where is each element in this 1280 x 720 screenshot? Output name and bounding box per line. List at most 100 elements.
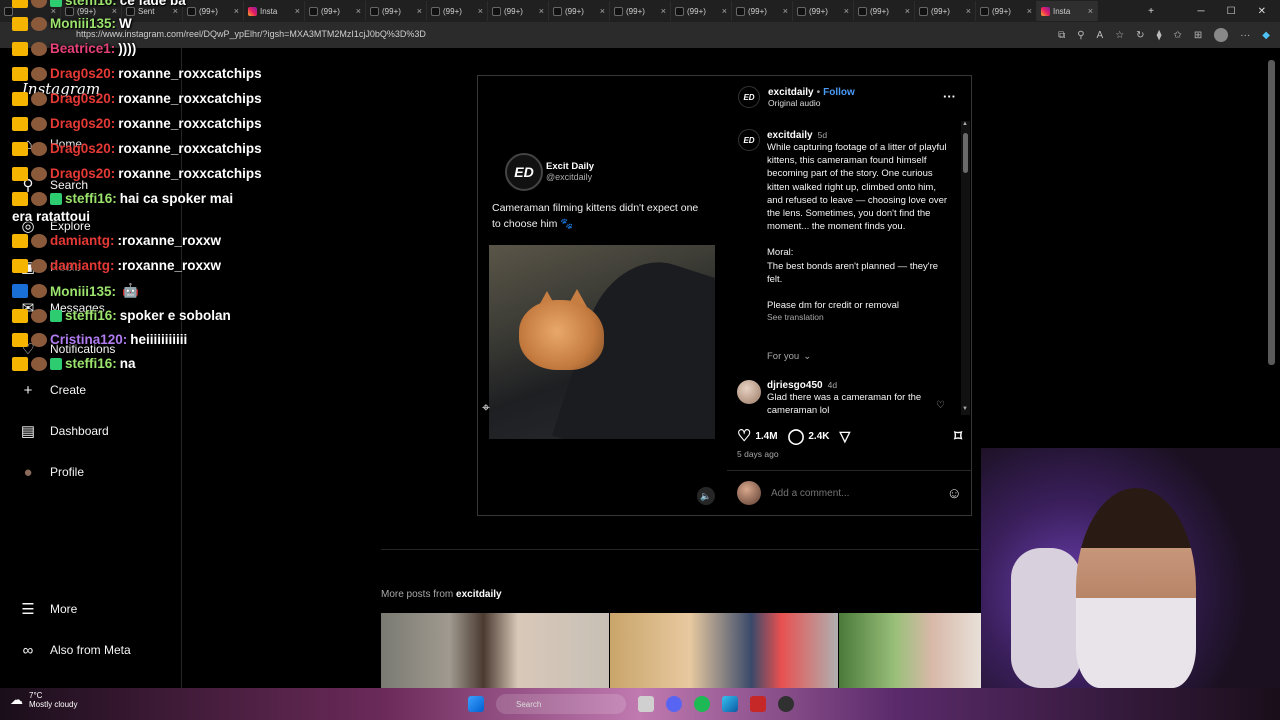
tab-close-icon[interactable]: × [600, 6, 605, 16]
copilot-icon[interactable]: ◆ [1262, 30, 1270, 41]
tab-close-icon[interactable]: × [234, 6, 239, 16]
browser-tab[interactable]: Insta × [244, 1, 305, 21]
chat-text: roxanne_roxxcatchips [118, 66, 262, 81]
app-available-icon[interactable]: ⧉ [1058, 30, 1065, 41]
mute-toggle-button[interactable]: 🔈 [697, 487, 715, 505]
comment-like-heart-icon[interactable]: ♡ [936, 400, 945, 411]
more-post-thumbnail-1[interactable] [381, 613, 609, 688]
read-aloud-icon[interactable]: A [1097, 30, 1104, 41]
tab-close-icon[interactable]: × [417, 6, 422, 16]
obs-icon[interactable] [778, 696, 794, 712]
like-heart-icon[interactable]: ♡ [737, 426, 751, 446]
more-post-thumbnail-3[interactable] [839, 613, 981, 688]
sidebar-item-profile[interactable]: ● Profile [20, 464, 85, 481]
tab-close-icon[interactable]: × [356, 6, 361, 16]
scroll-up-arrow-icon[interactable]: ▲ [962, 121, 968, 127]
commenter-avatar[interactable] [737, 380, 761, 404]
maximize-button[interactable]: ☐ [1227, 6, 1236, 17]
add-comment-input[interactable] [771, 487, 937, 499]
tiktok-icon [492, 6, 501, 16]
chat-username: damiantg: [50, 233, 115, 248]
tab-close-icon[interactable]: × [783, 6, 788, 16]
weather-widget[interactable]: ☁ 7°C Mostly cloudy [10, 691, 77, 709]
browser-tab[interactable]: (99+) × [671, 1, 732, 21]
browser-tab[interactable]: (99+) × [183, 1, 244, 21]
browser-tab[interactable]: (99+) × [305, 1, 366, 21]
pet-badge-icon [31, 332, 47, 347]
spotify-icon[interactable] [694, 696, 710, 712]
emoji-picker-icon[interactable]: ☺ [947, 485, 962, 502]
tab-close-icon[interactable]: × [295, 6, 300, 16]
browser-tab[interactable]: (99+) × [793, 1, 854, 21]
tab-close-icon[interactable]: × [478, 6, 483, 16]
original-audio-link[interactable]: Original audio [768, 98, 855, 108]
collections-icon[interactable]: ⊞ [1194, 30, 1202, 41]
follow-button[interactable]: Follow [823, 87, 855, 98]
browser-tab[interactable]: (99+) × [976, 1, 1037, 21]
more-options-icon[interactable]: ··· [943, 89, 956, 104]
settings-more-icon[interactable]: ··· [1240, 30, 1250, 41]
comment-username[interactable]: djriesgo450 [767, 380, 823, 391]
tab-close-icon[interactable]: × [722, 6, 727, 16]
caption-author-avatar[interactable]: ED [738, 129, 760, 151]
tiktok-icon [858, 6, 867, 16]
scroll-down-arrow-icon[interactable]: ▼ [962, 406, 968, 412]
discord-icon[interactable] [666, 696, 682, 712]
new-tab-plus-icon[interactable]: + [1148, 6, 1154, 17]
chat-username: steffi16: [65, 191, 117, 206]
kitten-video-frame[interactable] [489, 245, 715, 439]
sidebar-item-dashboard[interactable]: ▤ Dashboard [20, 423, 109, 440]
edge-icon[interactable] [722, 696, 738, 712]
post-author-username[interactable]: excitdaily [768, 87, 814, 98]
browser-tab[interactable]: (99+) × [549, 1, 610, 21]
browser-tab[interactable]: (99+) × [915, 1, 976, 21]
speaker-icon: 🔈 [700, 490, 712, 501]
browser-profile-avatar[interactable] [1214, 28, 1229, 42]
see-translation-link[interactable]: See translation [767, 312, 952, 322]
refresh-icon[interactable]: ↻ [1136, 30, 1144, 41]
plus-icon: + [23, 381, 33, 399]
favorite-star-icon[interactable]: ☆ [1115, 30, 1124, 41]
browser-tab[interactable]: (99+) × [854, 1, 915, 21]
extensions-icon[interactable]: ⧫ [1157, 30, 1162, 41]
comments-panel: ED excitdaily 5d While capturing footage… [727, 121, 960, 415]
recorder-icon[interactable] [750, 696, 766, 712]
tab-close-icon[interactable]: × [1088, 6, 1093, 16]
for-you-filter[interactable]: For you ⌄ [767, 351, 811, 362]
more-post-thumbnail-2[interactable] [610, 613, 838, 688]
caption-paragraph-3: Please dm for credit or removal [767, 300, 899, 312]
zoom-icon[interactable]: ⚲ [1077, 30, 1084, 41]
taskbar-search[interactable]: Search [496, 694, 626, 714]
comment-bubble-icon[interactable]: ◯ [788, 427, 805, 445]
browser-tab[interactable]: (99+) × [488, 1, 549, 21]
tab-close-icon[interactable]: × [966, 6, 971, 16]
caption-username[interactable]: excitdaily [767, 130, 813, 141]
sidebar-item-create[interactable]: + Create [20, 381, 86, 399]
tab-close-icon[interactable]: × [905, 6, 910, 16]
save-bookmark-icon[interactable]: ⌑ [954, 427, 962, 445]
sidebar-item-label: Profile [50, 465, 85, 479]
task-view-icon[interactable] [638, 696, 654, 712]
tab-close-icon[interactable]: × [661, 6, 666, 16]
comments-scroll-thumb[interactable] [963, 133, 968, 173]
start-windows-icon[interactable] [468, 696, 484, 712]
share-paper-plane-icon[interactable]: ▽ [840, 428, 851, 445]
sidebar-item-also-from-meta[interactable]: ∞ Also from Meta [20, 642, 131, 659]
close-button[interactable]: ✕ [1258, 6, 1266, 17]
browser-tab[interactable]: (99+) × [610, 1, 671, 21]
tab-close-icon[interactable]: × [844, 6, 849, 16]
browser-tab[interactable]: Insta × [1037, 1, 1098, 21]
chat-username: Drag0s20: [50, 91, 116, 106]
favorites-icon[interactable]: ✩ [1174, 30, 1182, 41]
tab-close-icon[interactable]: × [539, 6, 544, 16]
browser-tab[interactable]: (99+) × [366, 1, 427, 21]
minimize-button[interactable]: ─ [1198, 6, 1205, 17]
sidebar-item-more[interactable]: ☰ More [20, 601, 77, 618]
page-scrollbar-thumb[interactable] [1268, 60, 1275, 365]
post-author-avatar[interactable]: ED [738, 86, 760, 108]
more-posts-account[interactable]: excitdaily [456, 589, 502, 600]
browser-tab[interactable]: (99+) × [427, 1, 488, 21]
tab-close-icon[interactable]: × [1027, 6, 1032, 16]
browser-tab[interactable]: (99+) × [732, 1, 793, 21]
crown-badge-icon [12, 41, 28, 56]
